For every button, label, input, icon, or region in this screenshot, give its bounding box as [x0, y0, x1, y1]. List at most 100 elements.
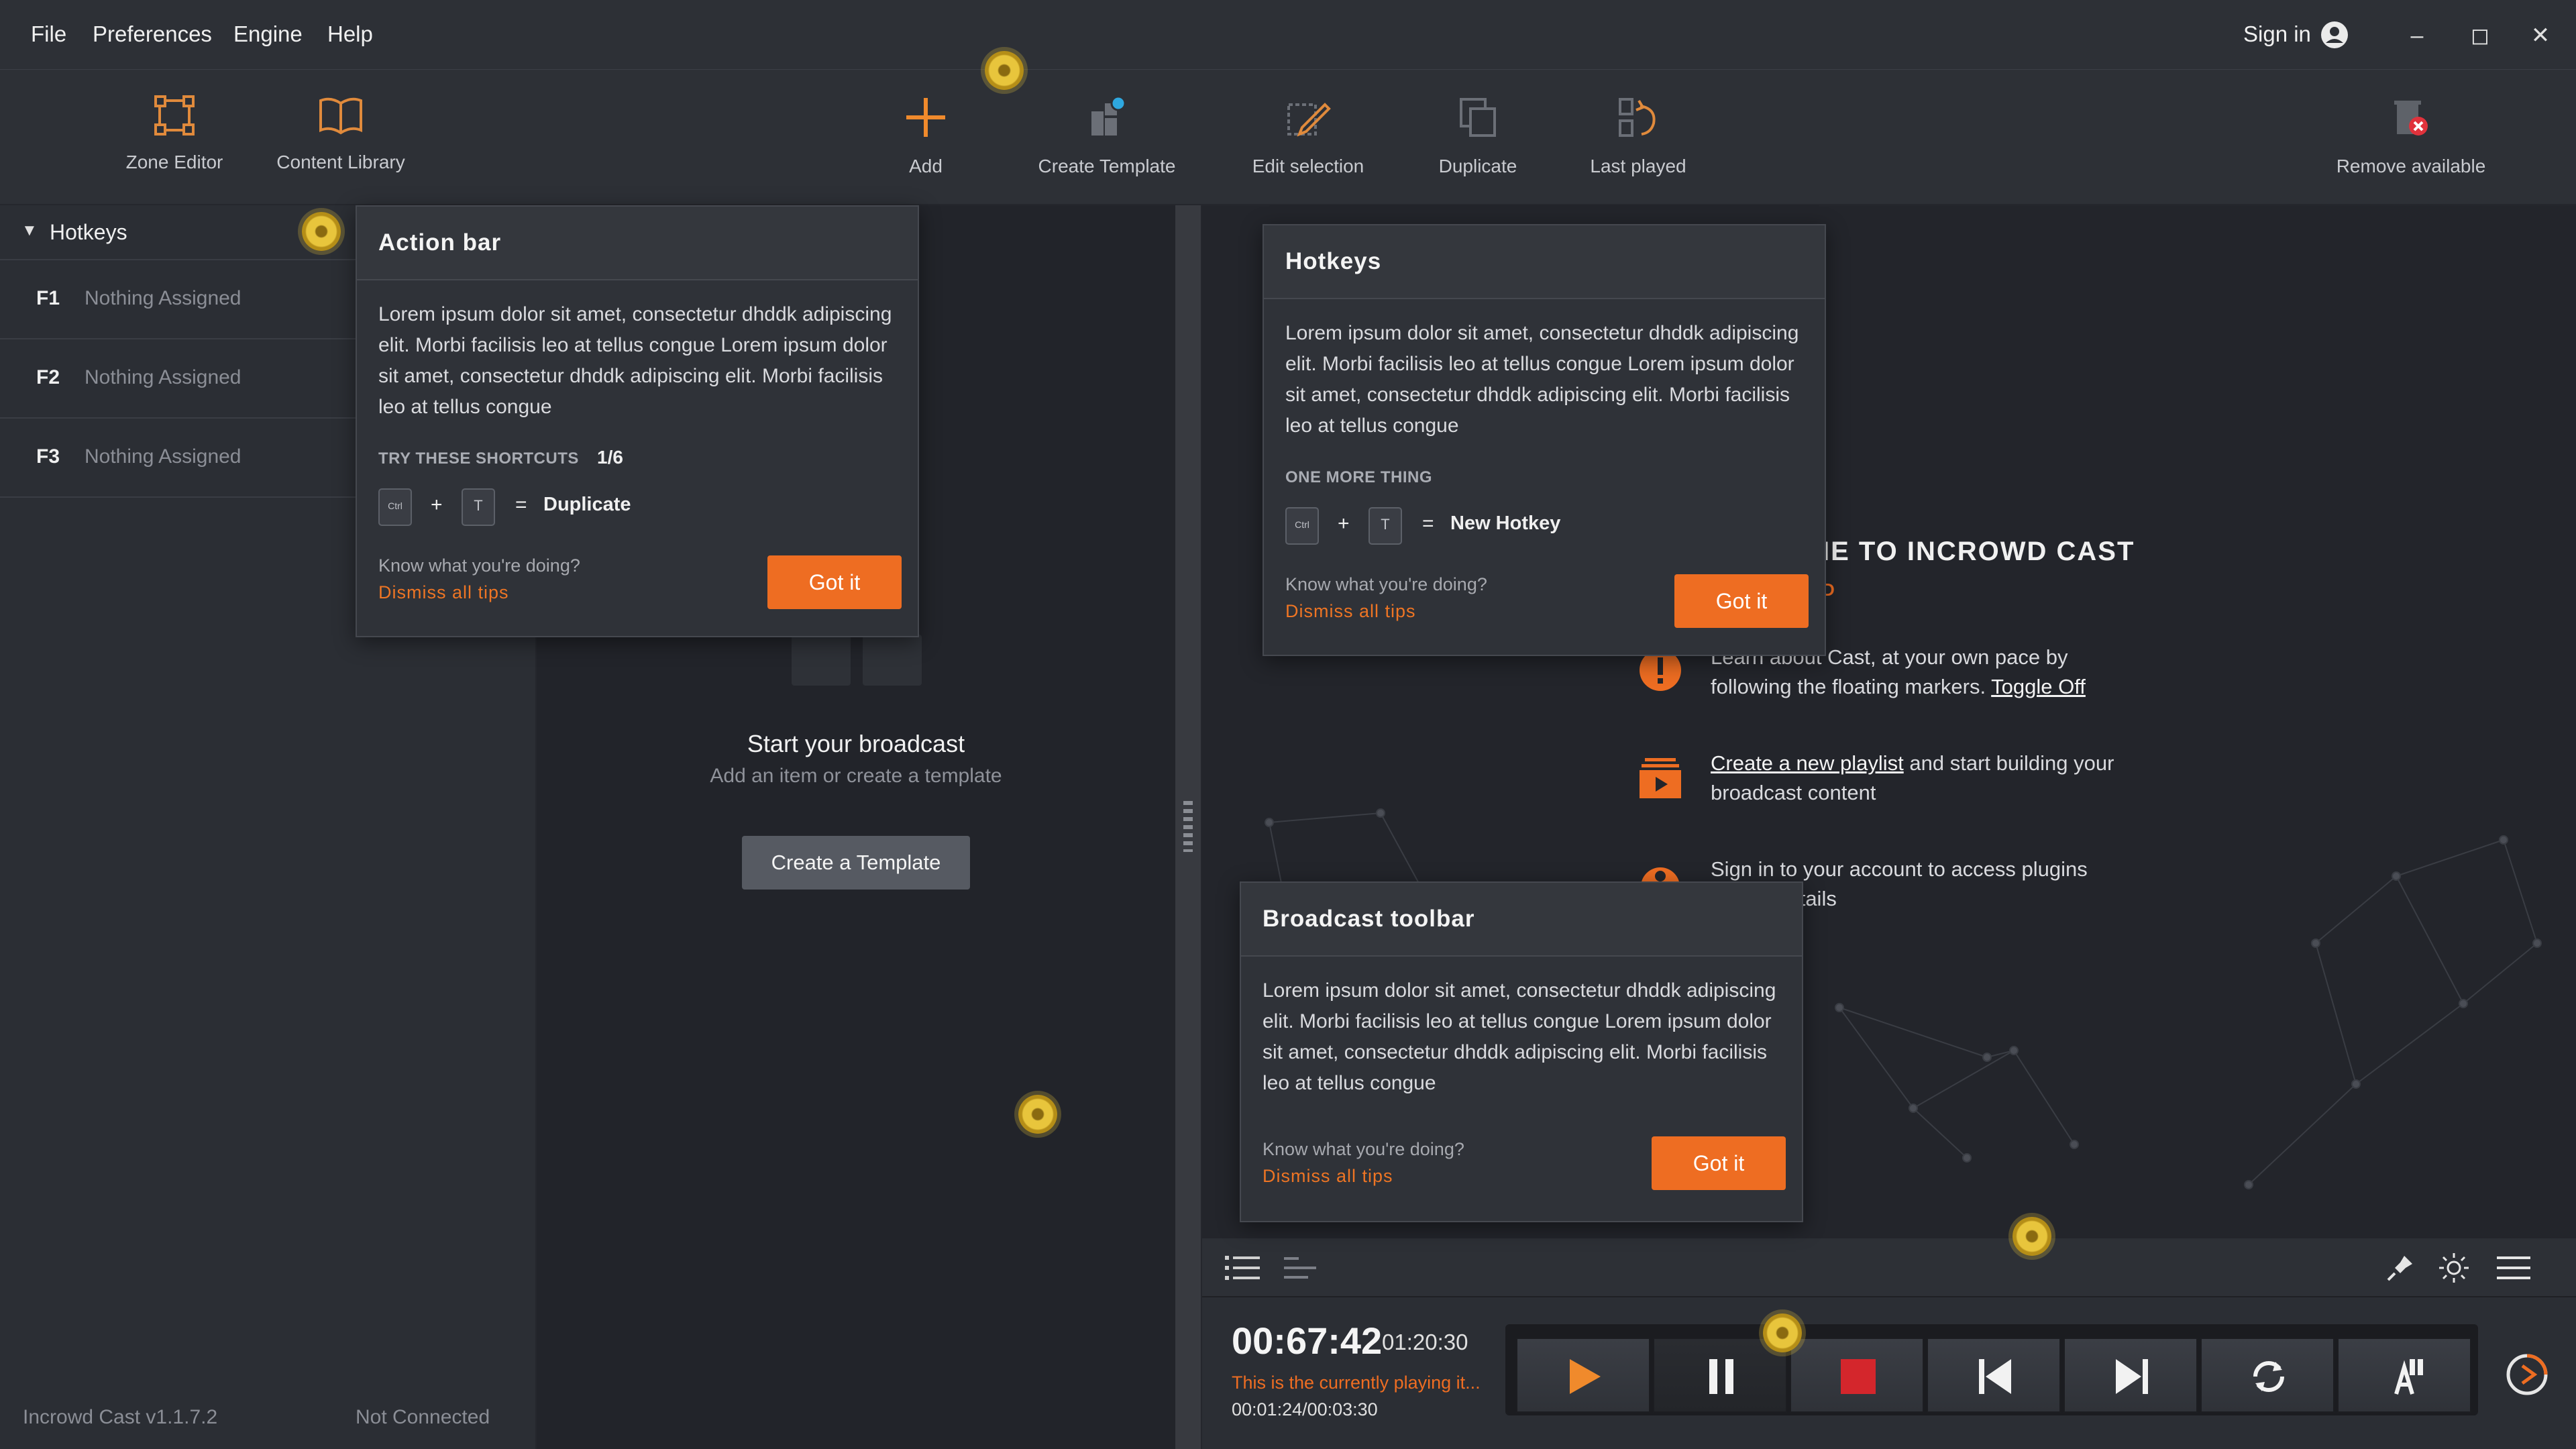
previous-button[interactable] — [1927, 1338, 2061, 1413]
content-library-button[interactable]: Content Library — [254, 94, 428, 173]
maximize-icon[interactable]: ◻ — [2463, 19, 2497, 52]
welcome-title: IE TO INCROWD CAST — [1822, 537, 2135, 566]
minimize-icon[interactable]: – — [2400, 19, 2434, 52]
zone-editor-icon — [154, 95, 195, 136]
hamburger-menu-icon[interactable] — [2497, 1254, 2530, 1281]
got-it-button[interactable]: Got it — [1652, 1136, 1786, 1190]
tour-marker[interactable] — [302, 212, 341, 251]
tip-card-action-bar: Action bar Lorem ipsum dolor sit amet, c… — [356, 205, 919, 637]
list-view-icon[interactable] — [1225, 1254, 1260, 1281]
edit-selection-label: Edit selection — [1252, 156, 1364, 176]
dismiss-all-tips-link[interactable]: Dismiss all tips — [378, 582, 509, 603]
action-toolbar: Zone Editor Content Library Add Create T… — [0, 70, 2576, 204]
compact-view-icon[interactable] — [1284, 1254, 1316, 1281]
user-avatar-icon[interactable] — [2320, 20, 2349, 50]
tour-marker[interactable] — [2012, 1217, 2051, 1256]
playlist-icon — [1640, 758, 1681, 798]
create-template-button[interactable]: Create Template — [1020, 94, 1194, 177]
playlist-text-line2: broadcast content — [1711, 781, 1876, 804]
menu-file[interactable]: File — [31, 21, 66, 47]
stop-button[interactable] — [1790, 1338, 1924, 1413]
tour-marker[interactable] — [985, 51, 1024, 90]
skip-back-icon — [1979, 1359, 2011, 1394]
tip-card-body: Lorem ipsum dolor sit amet, consectetur … — [1263, 979, 1776, 1094]
zone-editor-label: Zone Editor — [125, 152, 223, 172]
keycap-t: T — [462, 488, 495, 526]
player-subbar — [1202, 1238, 2576, 1297]
play-icon — [1570, 1359, 1601, 1394]
elapsed-time: 00:67:42 — [1232, 1320, 1383, 1362]
tip-card-title: Hotkeys — [1285, 248, 1382, 274]
pause-button[interactable] — [1653, 1338, 1787, 1413]
equals-sign: = — [1422, 513, 1434, 535]
placeholder-tile — [792, 635, 851, 686]
menu-engine[interactable]: Engine — [233, 21, 303, 47]
content-library-label: Content Library — [276, 152, 405, 172]
duplicate-button[interactable]: Duplicate — [1391, 94, 1565, 177]
playlist-text: and start building your — [1909, 751, 2114, 775]
got-it-button[interactable]: Got it — [1674, 574, 1809, 628]
know-text: Know what you're doing? — [378, 555, 580, 576]
last-played-icon — [1619, 98, 1656, 137]
create-template-cta[interactable]: Create a Template — [742, 836, 970, 890]
edit-selection-button[interactable]: Edit selection — [1221, 94, 1395, 177]
duplicate-label: Duplicate — [1438, 156, 1517, 176]
menu-help[interactable]: Help — [327, 21, 373, 47]
hotkey-value: Nothing Assigned — [85, 445, 241, 468]
play-button[interactable] — [1516, 1338, 1650, 1413]
broadcast-status-icon[interactable] — [2505, 1352, 2549, 1397]
got-it-button[interactable]: Got it — [767, 555, 902, 609]
remove-available-button[interactable]: Remove available — [2324, 94, 2498, 177]
tip-card-title: Action bar — [378, 229, 502, 256]
remove-icon — [2394, 101, 2428, 136]
next-button[interactable] — [2063, 1338, 2198, 1413]
keycap-ctrl: Ctrl — [378, 488, 412, 526]
menu-bar: File Preferences Engine Help Sign in – ◻… — [0, 0, 2576, 70]
hotkey-key: F2 — [36, 366, 60, 388]
plus-sign: + — [431, 494, 443, 516]
hotkey-key: F3 — [36, 445, 60, 468]
know-text: Know what you're doing? — [1263, 1139, 1464, 1159]
drag-handle-icon[interactable] — [1183, 801, 1193, 852]
tour-marker[interactable] — [1763, 1313, 1802, 1352]
auto-button[interactable] — [2337, 1338, 2471, 1413]
edit-pencil-icon — [1287, 103, 1331, 137]
loop-button[interactable] — [2200, 1338, 2334, 1413]
markers-text-line2: following the floating markers. — [1711, 675, 1986, 698]
toggle-off-link[interactable]: Toggle Off — [1991, 675, 2086, 698]
equals-sign: = — [515, 494, 527, 516]
tip-counter: 1/6 — [597, 447, 623, 468]
brightness-icon[interactable] — [2438, 1252, 2470, 1284]
tip-card-header: Broadcast toolbar — [1241, 883, 1802, 957]
book-icon — [319, 97, 362, 135]
dismiss-all-tips-link[interactable]: Dismiss all tips — [1263, 1166, 1393, 1187]
create-playlist-link[interactable]: Create a new playlist — [1711, 751, 1904, 775]
dismiss-all-tips-link[interactable]: Dismiss all tips — [1285, 601, 1416, 622]
shortcut-result: Duplicate — [543, 494, 631, 515]
hotkey-value: Nothing Assigned — [85, 287, 241, 309]
duplicate-icon — [1460, 98, 1496, 137]
welcome-item-playlist: Create a new playlist and start building… — [1711, 749, 2114, 808]
placeholder-tile — [863, 635, 922, 686]
plus-sign: + — [1338, 513, 1350, 535]
collapse-triangle-icon[interactable]: ▼ — [21, 221, 38, 240]
close-icon[interactable]: ✕ — [2524, 19, 2557, 52]
menu-preferences[interactable]: Preferences — [93, 21, 212, 47]
tip-card-broadcast-toolbar: Broadcast toolbar Lorem ipsum dolor sit … — [1240, 881, 1803, 1222]
version-label: Incrowd Cast v1.1.7.2 — [23, 1406, 218, 1428]
loop-icon — [2253, 1361, 2284, 1392]
pause-icon — [1709, 1359, 1733, 1394]
sign-in-link[interactable]: Sign in — [2243, 21, 2311, 47]
last-played-button[interactable]: Last played — [1551, 94, 1725, 177]
zone-editor-button[interactable]: Zone Editor — [87, 94, 262, 173]
add-button[interactable]: Add — [839, 94, 1013, 177]
tour-marker[interactable] — [1018, 1095, 1057, 1134]
track-position: 00:01:24/00:03:30 — [1232, 1399, 1378, 1419]
total-time: 01:20:30 — [1382, 1330, 1468, 1354]
stop-icon — [1841, 1359, 1876, 1394]
shortcut-label: TRY THESE SHORTCUTS — [378, 449, 579, 468]
signin-text: Sign in to your account to access plugin… — [1711, 857, 2088, 881]
auto-play-icon — [2394, 1359, 2423, 1395]
panel-divider[interactable] — [1175, 205, 1201, 1449]
pin-icon[interactable] — [2385, 1253, 2415, 1283]
